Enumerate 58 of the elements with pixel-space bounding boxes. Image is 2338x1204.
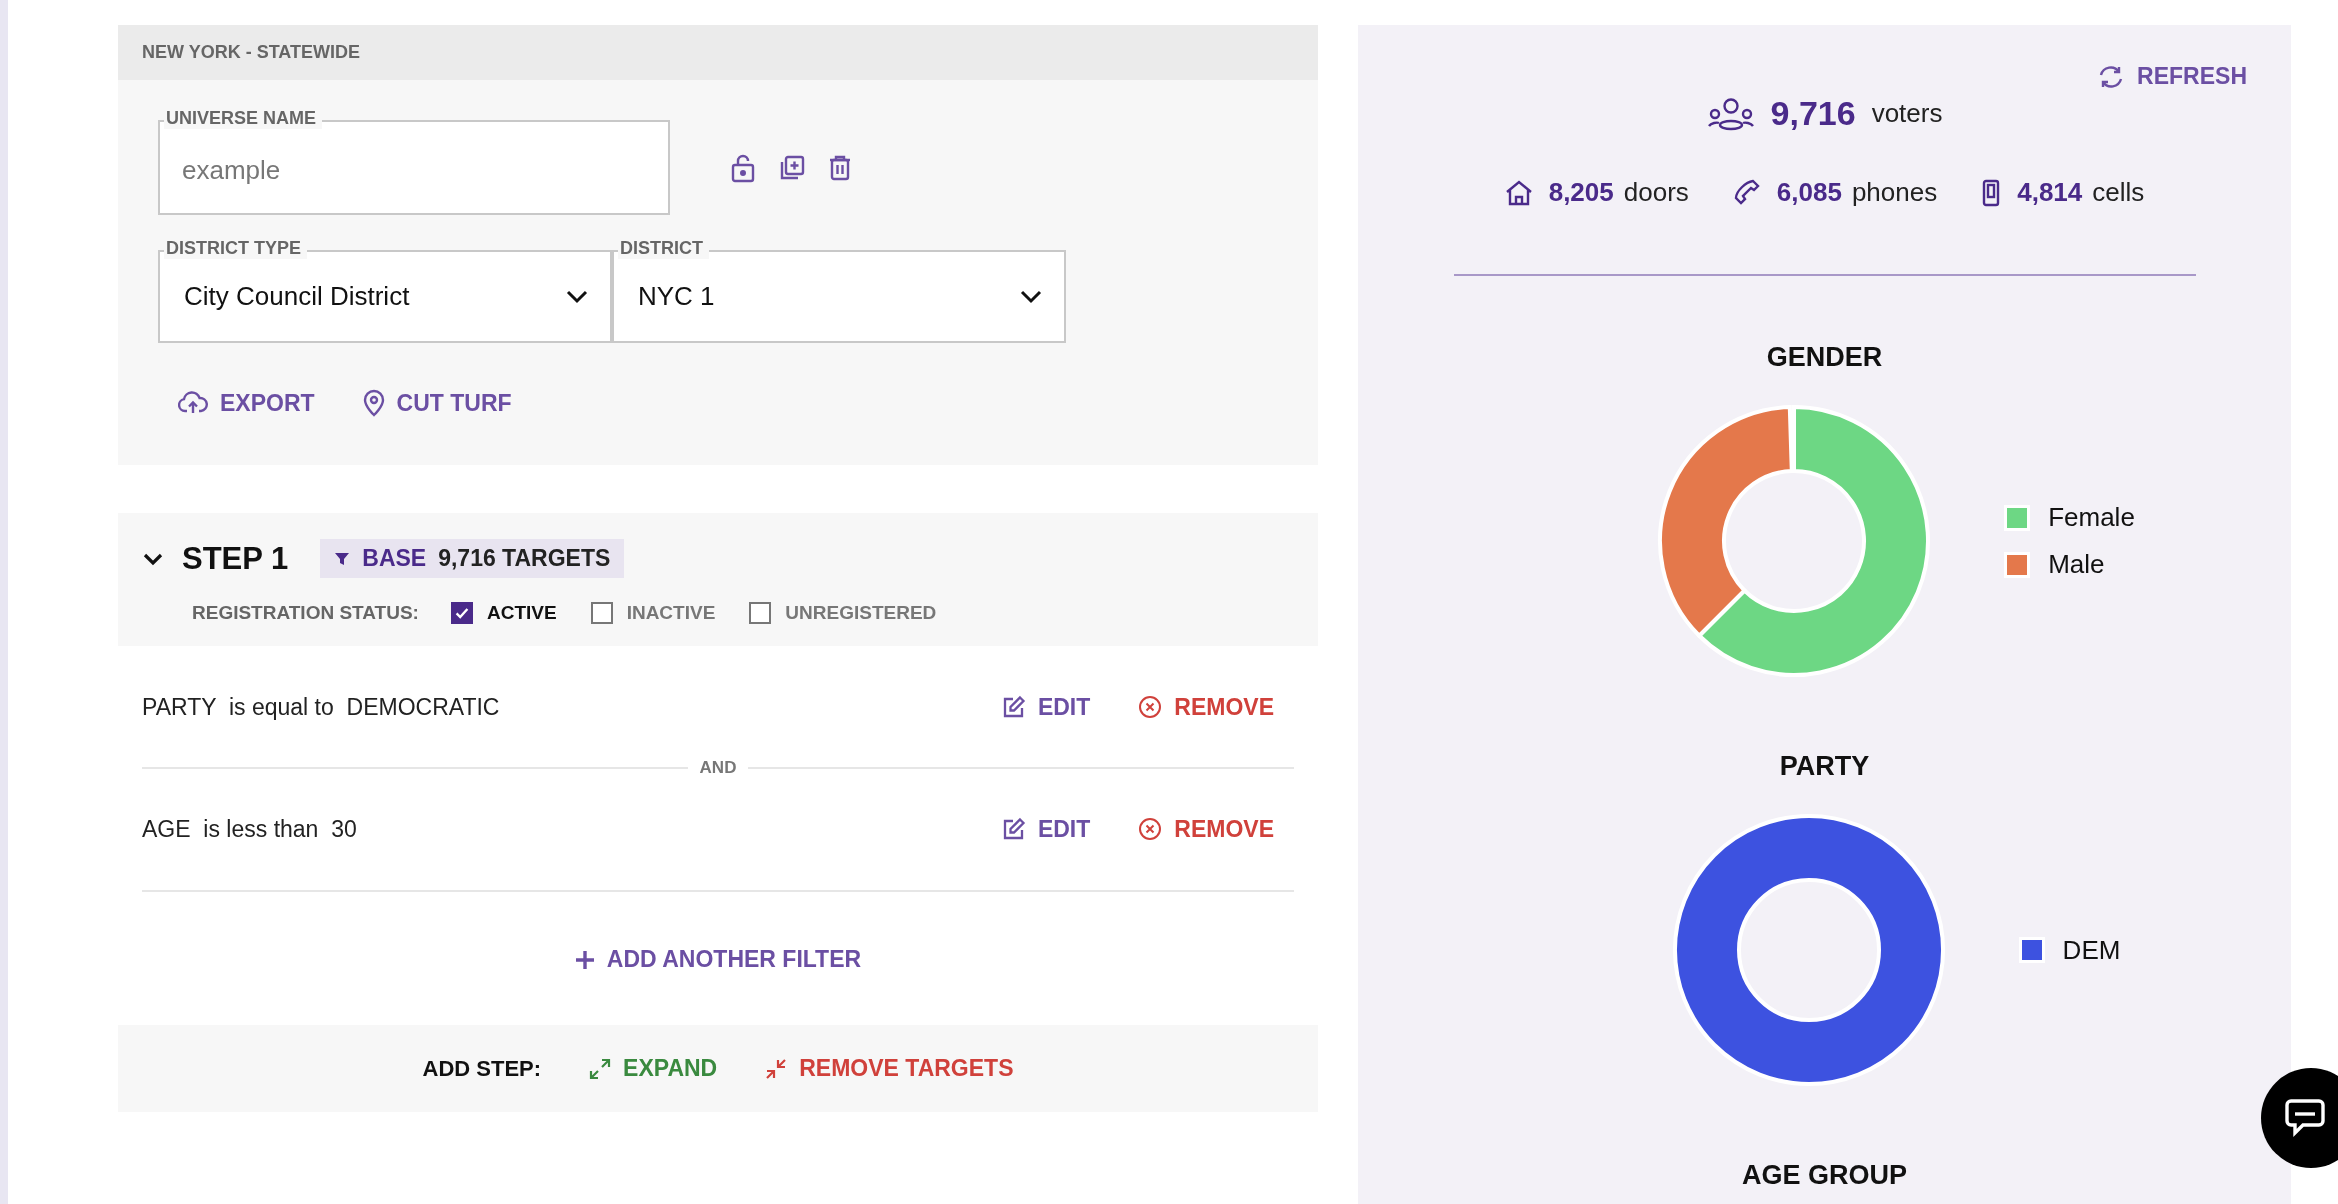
expand-button[interactable]: EXPAND xyxy=(589,1055,718,1082)
stat-count: 6,085 xyxy=(1776,177,1842,208)
remove-button[interactable]: REMOVE xyxy=(1138,815,1274,843)
cut-turf-button[interactable]: CUT TURF xyxy=(362,389,512,417)
stat-unit: doors xyxy=(1623,177,1689,208)
duplicate-icon[interactable] xyxy=(778,153,806,182)
filter-condition: AGE is less than 30 xyxy=(142,815,357,843)
refresh-button[interactable]: REFRESH xyxy=(2097,63,2247,90)
add-step-label: ADD STEP: xyxy=(422,1055,542,1082)
close-circle-icon xyxy=(1138,695,1163,719)
chat-icon xyxy=(2283,1097,2327,1139)
chart-title: GENDER xyxy=(1766,342,1883,373)
status-checkbox[interactable]: UNREGISTERED xyxy=(749,602,937,624)
remove-targets-button[interactable]: REMOVE TARGETS xyxy=(765,1055,1014,1082)
collapse-icon xyxy=(765,1057,788,1080)
region-title: NEW YORK - STATEWIDE xyxy=(142,42,360,63)
filter-icon xyxy=(334,551,351,566)
edit-icon xyxy=(1001,695,1026,719)
chevron-down-icon xyxy=(1020,289,1042,304)
stat-count: 8,205 xyxy=(1548,177,1614,208)
edit-icon xyxy=(1001,817,1026,841)
unlock-icon[interactable] xyxy=(730,152,756,183)
filter-condition: PARTY is equal to DEMOCRATIC xyxy=(142,693,500,721)
mobile-phone-icon xyxy=(1981,178,2002,207)
stat-count: 4,814 xyxy=(2017,177,2083,208)
legend-label: DEM xyxy=(2062,934,2121,966)
remove-button[interactable]: REMOVE xyxy=(1138,693,1274,721)
stat-unit: phones xyxy=(1851,177,1938,208)
legend-label: Female xyxy=(2048,502,2135,533)
voters-unit: voters xyxy=(1871,98,1943,129)
chart-title: AGE GROUP xyxy=(1742,1160,1907,1191)
trash-icon[interactable] xyxy=(828,153,852,182)
status-checkbox[interactable]: INACTIVE xyxy=(590,602,716,624)
expand-icon xyxy=(589,1057,612,1080)
chevron-down-icon xyxy=(566,289,588,304)
people-icon xyxy=(1706,96,1755,131)
add-filter-button[interactable]: ADD ANOTHER FILTER xyxy=(574,946,862,973)
badge-label: BASE xyxy=(362,545,427,572)
close-circle-icon xyxy=(1138,817,1163,841)
and-separator: AND xyxy=(699,758,737,778)
select-value: City Council District xyxy=(184,281,410,312)
registration-label: REGISTRATION STATUS: xyxy=(192,602,419,624)
phone-icon xyxy=(1732,178,1761,207)
legend-label: Male xyxy=(2048,549,2105,580)
step-title: STEP 1 xyxy=(182,540,289,577)
house-icon xyxy=(1504,179,1533,206)
edit-button[interactable]: EDIT xyxy=(1001,693,1091,721)
cloud-upload-icon xyxy=(178,391,208,415)
select-value: NYC 1 xyxy=(638,281,715,312)
map-pin-icon xyxy=(362,389,385,417)
targets-count: 9,716 TARGETS xyxy=(438,545,611,572)
voters-count: 9,716 xyxy=(1770,94,1856,133)
plus-icon xyxy=(574,949,595,970)
export-button[interactable]: EXPORT xyxy=(178,389,315,417)
chart-title: PARTY xyxy=(1779,751,1870,782)
edit-button[interactable]: EDIT xyxy=(1001,815,1091,843)
status-checkbox[interactable]: ACTIVE xyxy=(450,602,557,624)
stat-unit: cells xyxy=(2092,177,2145,208)
